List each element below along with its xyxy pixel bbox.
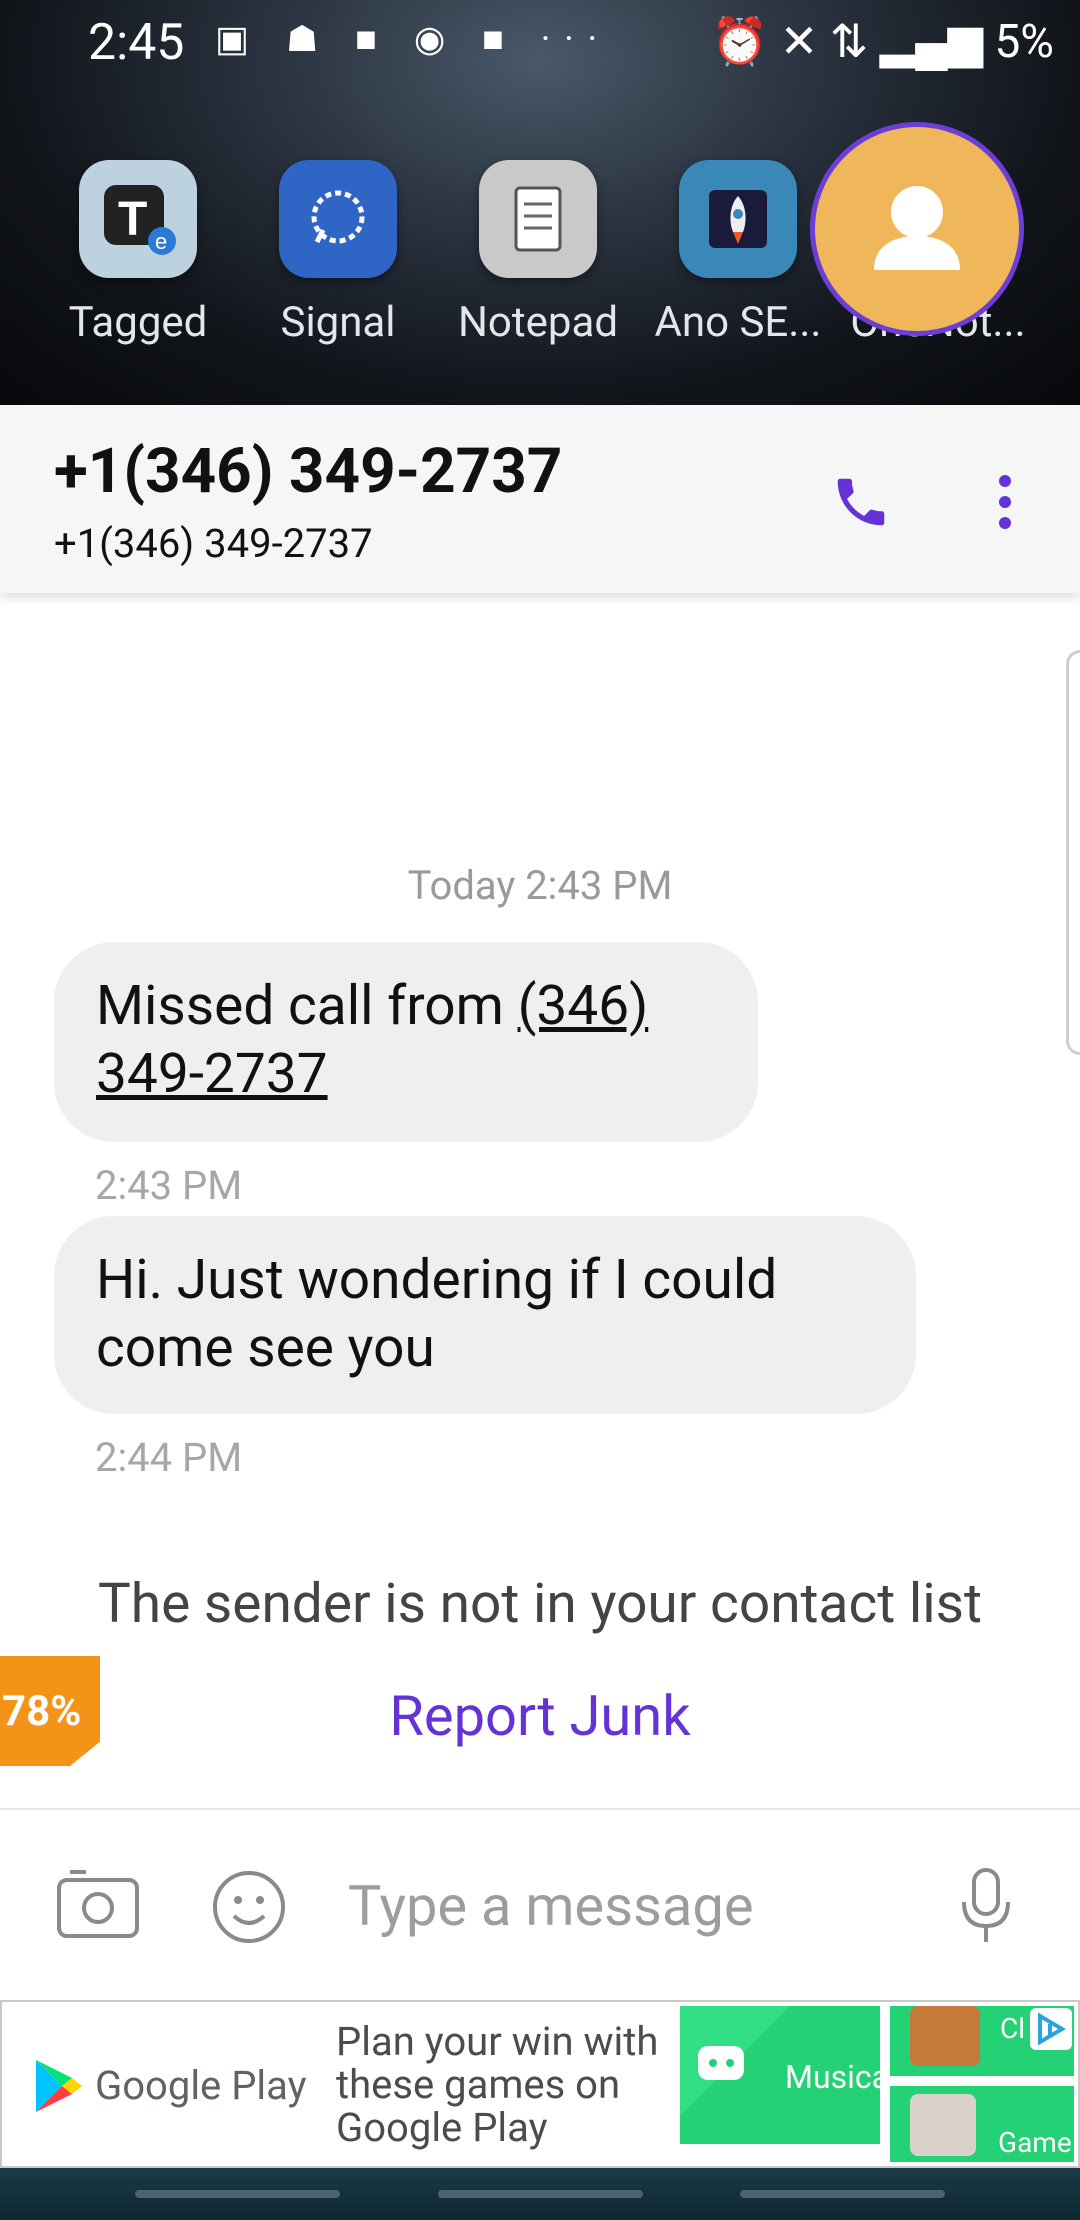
message-text: Missed call from xyxy=(96,974,518,1038)
app-label: Tagged xyxy=(68,298,208,347)
message-text: Hi. Just wondering if I could come see y… xyxy=(96,1248,778,1380)
microphone-icon xyxy=(962,1868,1010,1942)
conversation-header: +1(346) 349-2737 +1(346) 349-2737 xyxy=(0,405,1080,593)
google-play-icon xyxy=(34,2058,84,2118)
message-timestamp: 2:44 PM xyxy=(95,1434,243,1481)
tagged-app-icon: Te xyxy=(79,160,197,278)
app-tagged[interactable]: Te Tagged xyxy=(48,160,228,347)
app-notepad[interactable]: Notepad xyxy=(448,160,628,347)
chat-head-bubble[interactable] xyxy=(810,122,1024,336)
phone-link[interactable]: 349-2737 xyxy=(96,1042,328,1106)
signal-app-icon xyxy=(279,160,397,278)
nav-back-button[interactable] xyxy=(740,2190,945,2198)
status-time: 2:45 xyxy=(88,14,185,72)
more-options-button[interactable] xyxy=(990,471,1020,537)
message-input[interactable]: Type a message xyxy=(348,1873,754,1939)
app-dock-area: 2:45 ▣ ☗ ■ ◉ ■ ··· ⏰ ✕ ⇅ ▂▄▆ 5% Te Tagge… xyxy=(0,0,1080,405)
contact-number: +1(346) 349-2737 xyxy=(54,520,373,567)
ad-copy: Plan your win with these games on Google… xyxy=(336,2018,659,2151)
ad-tile-label: Musica xyxy=(785,2058,880,2096)
camera-button[interactable] xyxy=(56,1866,140,1944)
nav-recents-button[interactable] xyxy=(135,2190,340,2198)
message-bubble-missed-call[interactable]: Missed call from (346) 349-2737 xyxy=(54,942,758,1142)
game-thumbnail xyxy=(910,2094,976,2156)
date-separator: Today 2:43 PM xyxy=(407,862,673,909)
svg-text:T: T xyxy=(118,193,147,246)
system-status: ⏰ ✕ ⇅ ▂▄▆ 5% xyxy=(711,15,1054,69)
app-label: Ano SE... xyxy=(654,298,822,347)
google-play-brand: Google Play xyxy=(95,2062,307,2109)
rocket-app-icon xyxy=(679,160,797,278)
phone-icon xyxy=(837,478,885,526)
contact-title: +1(346) 349-2737 xyxy=(54,435,563,508)
svg-text:e: e xyxy=(155,229,167,254)
call-button[interactable] xyxy=(830,471,892,537)
nav-home-button[interactable] xyxy=(438,2190,643,2198)
person-icon xyxy=(874,186,960,270)
camera-icon xyxy=(57,1870,139,1938)
ad-tile-label: Game xyxy=(998,2126,1072,2159)
message-bubble[interactable]: Hi. Just wondering if I could come see y… xyxy=(54,1216,916,1414)
app-signal[interactable]: Signal xyxy=(248,160,428,347)
unknown-sender-notice: The sender is not in your contact list xyxy=(97,1572,983,1636)
app-label: Signal xyxy=(280,298,396,347)
message-timestamp: 2:43 PM xyxy=(95,1162,243,1209)
emoji-button[interactable] xyxy=(212,1870,286,1948)
more-vert-icon xyxy=(999,475,1011,529)
adchoices-icon[interactable] xyxy=(1030,2008,1072,2050)
app-label: Notepad xyxy=(457,298,619,347)
voice-input-button[interactable] xyxy=(956,1866,1016,1950)
notification-icons: ▣ ☗ ■ ◉ ■ ··· xyxy=(215,18,612,60)
notepad-app-icon xyxy=(479,160,597,278)
phone-link[interactable]: (346) xyxy=(518,974,649,1038)
app-ano-se[interactable]: Ano SE... xyxy=(648,160,828,347)
report-junk-link[interactable]: Report Junk xyxy=(0,1683,1080,1749)
ad-tile-game-2[interactable]: Game xyxy=(890,2086,1074,2162)
scroll-indicator[interactable] xyxy=(1066,650,1080,1055)
ad-tile-label: Cl xyxy=(1000,2012,1026,2045)
smiley-icon xyxy=(213,1871,285,1943)
game-thumbnail xyxy=(910,2006,980,2066)
ad-tile-music[interactable]: Musica xyxy=(680,2006,880,2144)
overlay-percent-badge[interactable]: 78% xyxy=(0,1656,100,1766)
